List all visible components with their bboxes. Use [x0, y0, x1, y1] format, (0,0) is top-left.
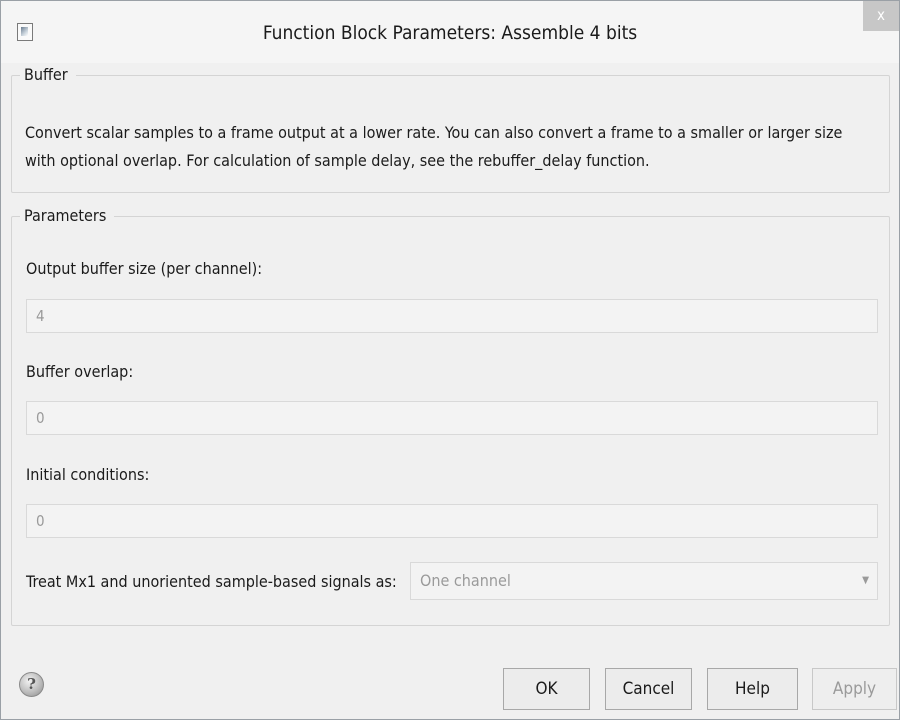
description-line-2: with optional overlap. For calculation o…: [25, 151, 650, 170]
initial-conditions-input[interactable]: 0: [26, 504, 878, 538]
dialog-content: Buffer Convert scalar samples to a frame…: [11, 63, 890, 653]
block-description: Convert scalar samples to a frame output…: [25, 119, 880, 175]
dialog-window: Function Block Parameters: Assemble 4 bi…: [0, 0, 900, 720]
initial-conditions-label: Initial conditions:: [26, 465, 150, 484]
treat-mx1-selected-value: One channel: [420, 571, 511, 590]
apply-button[interactable]: Apply: [812, 668, 897, 710]
parameters-group-legend: Parameters: [20, 206, 115, 225]
close-button[interactable]: x: [863, 1, 899, 31]
treat-mx1-label: Treat Mx1 and unoriented sample-based si…: [26, 572, 397, 591]
help-icon[interactable]: ?: [19, 672, 44, 697]
output-buffer-size-input[interactable]: 4: [26, 299, 878, 333]
cancel-button[interactable]: Cancel: [605, 668, 692, 710]
treat-mx1-select[interactable]: One channel ▼: [410, 562, 878, 600]
buffer-group-legend: Buffer: [20, 65, 76, 84]
buffer-overlap-input[interactable]: 0: [26, 401, 878, 435]
window-title: Function Block Parameters: Assemble 4 bi…: [262, 22, 638, 44]
buffer-overlap-label: Buffer overlap:: [26, 362, 134, 381]
chevron-down-icon: ▼: [862, 575, 869, 586]
parameters-group: Parameters Output buffer size (per chann…: [11, 206, 890, 626]
help-button[interactable]: Help: [707, 668, 798, 710]
output-buffer-size-label: Output buffer size (per channel):: [26, 259, 263, 278]
title-bar[interactable]: Function Block Parameters: Assemble 4 bi…: [1, 1, 899, 63]
description-line-1: Convert scalar samples to a frame output…: [25, 123, 843, 142]
ok-button[interactable]: OK: [503, 668, 590, 710]
